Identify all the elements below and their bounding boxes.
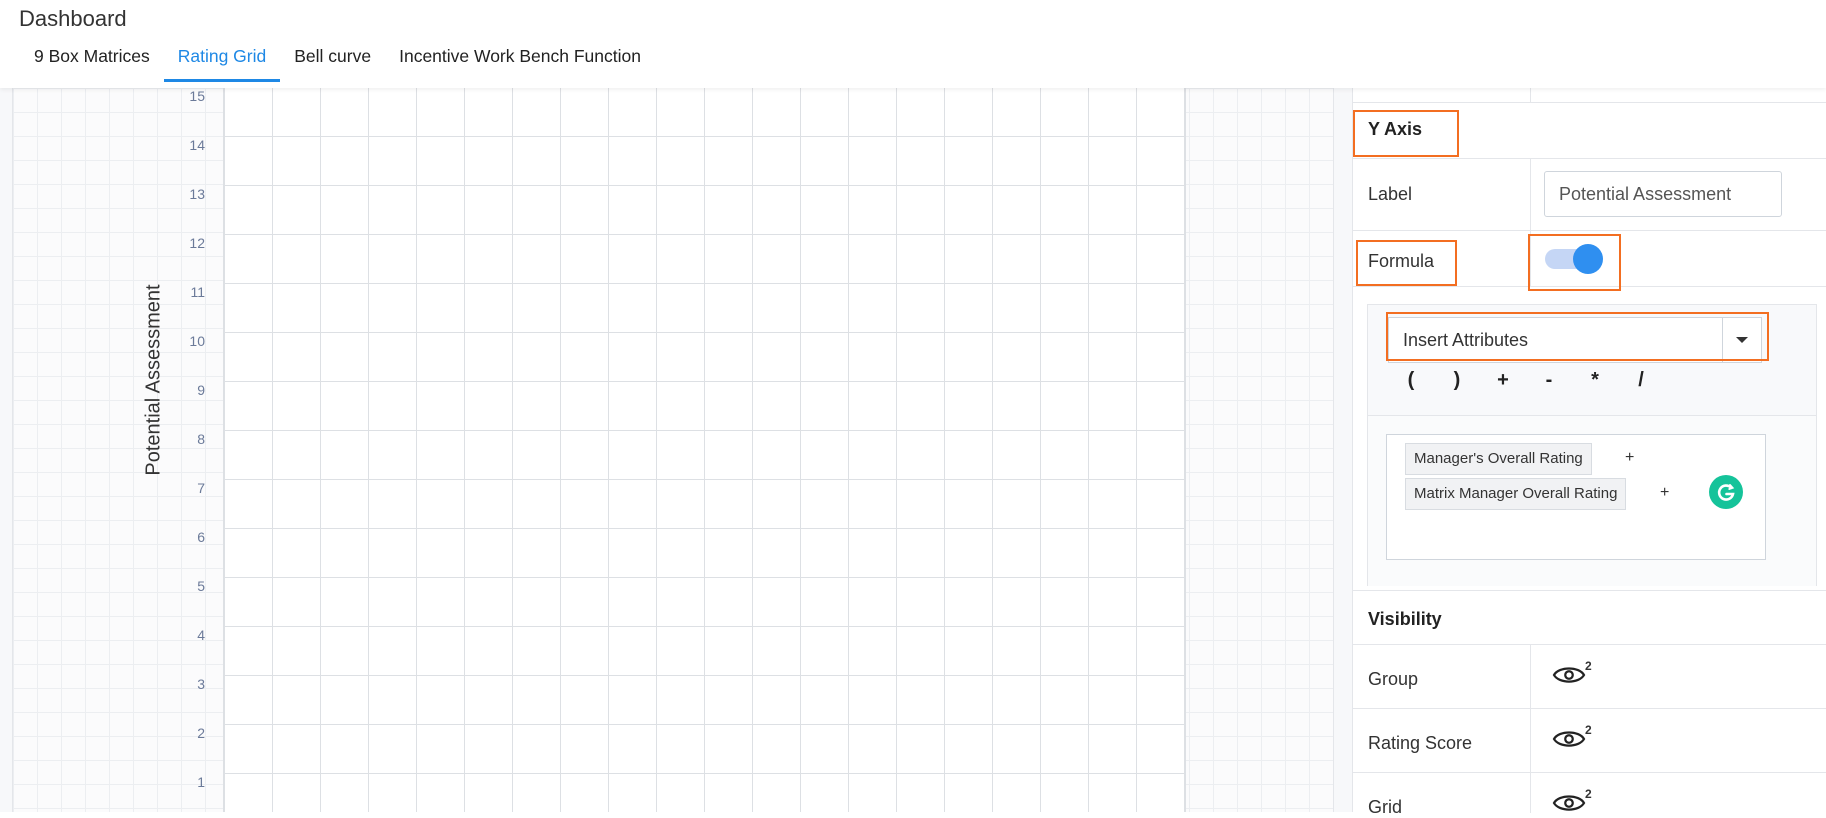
- tab-bell-curve[interactable]: Bell curve: [280, 40, 385, 82]
- formula-expression-area: Manager's Overall Rating + Matrix Manage…: [1368, 415, 1816, 586]
- y-tick-label: 6: [197, 529, 205, 545]
- expression-operator: +: [1625, 449, 1635, 466]
- visibility-group-label: Group: [1368, 669, 1419, 689]
- visibility-count-badge: 2: [1585, 787, 1592, 801]
- label-row: Label Potential Assessment: [1353, 158, 1826, 231]
- y-tick-label: 8: [197, 431, 205, 447]
- operator-close-paren[interactable]: ): [1434, 369, 1480, 392]
- grammarly-icon[interactable]: [1709, 475, 1743, 509]
- visibility-row-grid: Grid 2: [1353, 772, 1826, 817]
- expression-operator: +: [1660, 484, 1670, 501]
- visibility-count-badge: 2: [1585, 723, 1592, 737]
- highlight-formula-label: [1356, 240, 1457, 286]
- y-tick-label: 14: [189, 137, 205, 153]
- main-area: Potential Assessment 15 14 13 12 11 10 9…: [0, 88, 1826, 817]
- app-header: Dashboard 9 Box Matrices Rating Grid Bel…: [0, 0, 1826, 88]
- y-tick-label: 4: [197, 627, 205, 643]
- visibility-section: Visibility: [1353, 590, 1826, 645]
- y-axis-label-input[interactable]: Potential Assessment: [1544, 171, 1782, 217]
- formula-expression-input[interactable]: Manager's Overall Rating + Matrix Manage…: [1386, 434, 1766, 560]
- tab-rating-grid[interactable]: Rating Grid: [163, 40, 281, 82]
- tab-bar: 9 Box Matrices Rating Grid Bell curve In…: [20, 40, 655, 82]
- eye-icon[interactable]: [1552, 793, 1586, 813]
- y-tick-label: 7: [197, 480, 205, 496]
- visibility-row-rating-score: Rating Score 2: [1353, 708, 1826, 773]
- highlight-formula-toggle: [1528, 234, 1621, 291]
- attribute-chip[interactable]: Manager's Overall Rating: [1405, 443, 1592, 475]
- rating-grid-canvas: Potential Assessment 15 14 13 12 11 10 9…: [12, 88, 1334, 812]
- y-tick-label: 15: [189, 88, 205, 104]
- visibility-grid-label: Grid: [1368, 797, 1403, 817]
- operator-divide[interactable]: /: [1618, 369, 1664, 392]
- y-tick-label: 2: [197, 725, 205, 741]
- panel-row-top: [1353, 88, 1826, 102]
- operator-minus[interactable]: -: [1526, 369, 1572, 392]
- y-axis-label: Potential Assessment: [142, 284, 165, 476]
- rating-grid-plot[interactable]: [223, 88, 1186, 812]
- eye-icon[interactable]: [1552, 729, 1586, 749]
- y-tick-label: 11: [190, 284, 205, 300]
- y-tick-label: 9: [197, 382, 205, 398]
- operator-plus[interactable]: +: [1480, 369, 1526, 392]
- page-title: Dashboard: [19, 6, 127, 31]
- operator-open-paren[interactable]: (: [1388, 369, 1434, 392]
- attribute-chip[interactable]: Matrix Manager Overall Rating: [1405, 478, 1627, 510]
- y-tick-label: 10: [189, 333, 205, 349]
- y-tick-label: 5: [197, 578, 205, 594]
- visibility-rating-score-label: Rating Score: [1368, 733, 1473, 753]
- visibility-heading: Visibility: [1368, 609, 1442, 629]
- operator-multiply[interactable]: *: [1572, 369, 1618, 392]
- operator-bar: ( ) + - * /: [1388, 369, 1664, 392]
- tab-incentive-work-bench[interactable]: Incentive Work Bench Function: [385, 40, 655, 82]
- visibility-row-group: Group 2: [1353, 644, 1826, 709]
- highlight-insert-attributes: [1386, 312, 1769, 361]
- y-tick-label: 13: [189, 186, 205, 202]
- y-tick-label: 1: [197, 774, 205, 790]
- highlight-y-axis: [1353, 110, 1459, 157]
- eye-icon[interactable]: [1552, 665, 1586, 685]
- y-tick-label: 12: [189, 235, 205, 251]
- visibility-count-badge: 2: [1585, 659, 1592, 673]
- settings-panel: Y Axis Label Potential Assessment Formul…: [1352, 88, 1826, 817]
- y-tick-label: 3: [197, 676, 205, 692]
- tab-9-box-matrices[interactable]: 9 Box Matrices: [20, 40, 164, 82]
- label-field-label: Label: [1368, 184, 1413, 204]
